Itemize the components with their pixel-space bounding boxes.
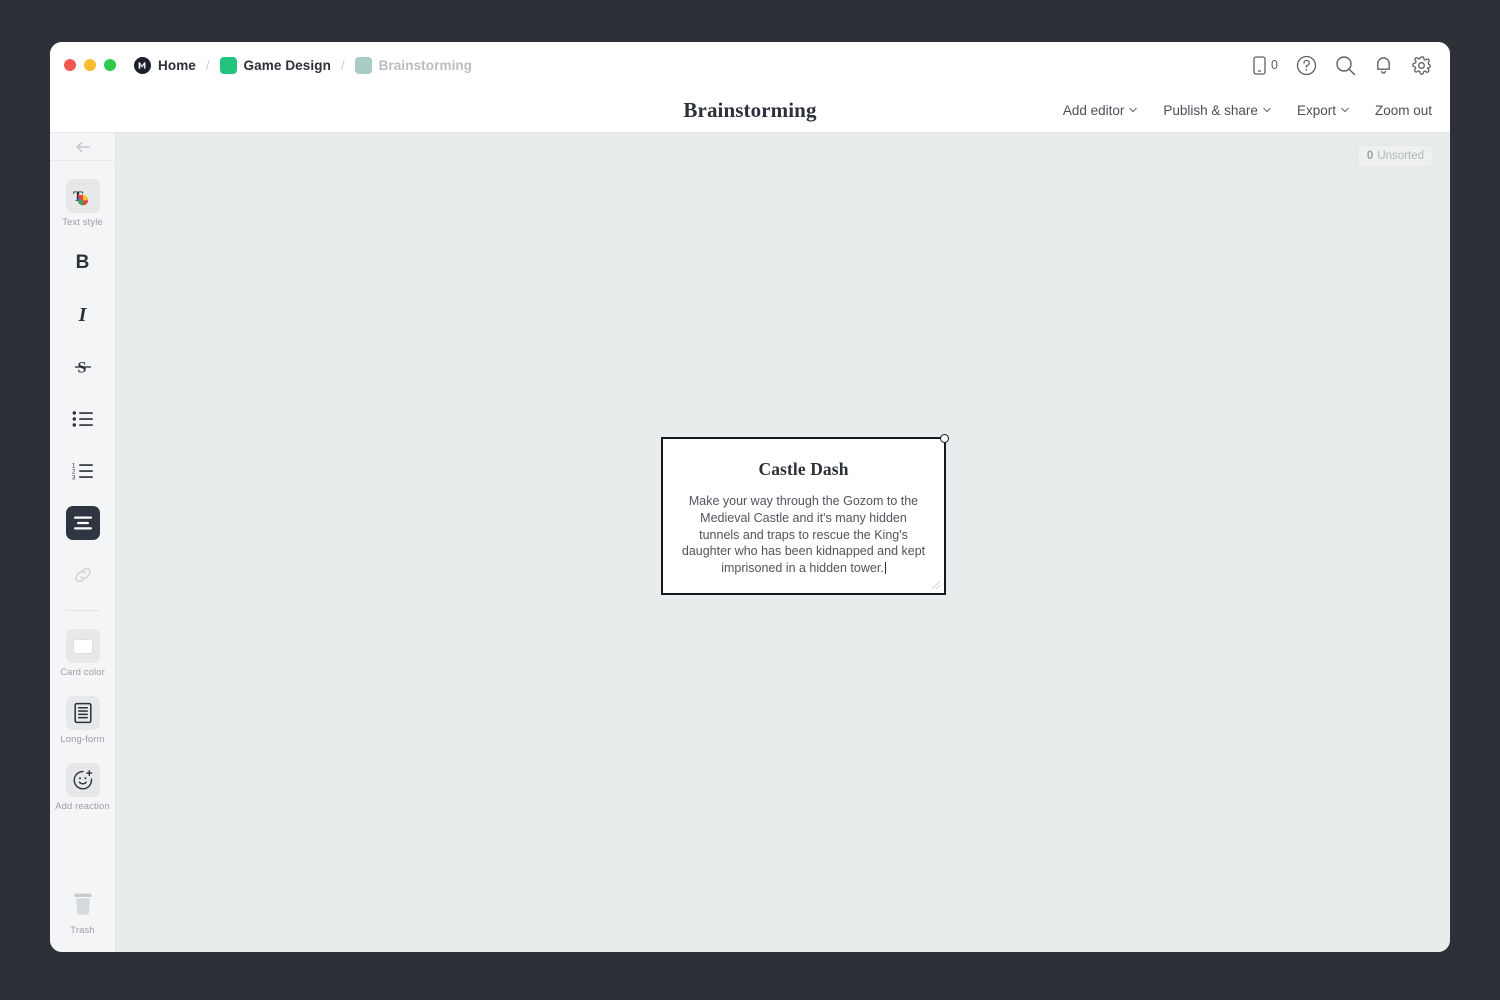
chevron-down-icon bbox=[1263, 106, 1271, 114]
zoom-out-button[interactable]: Zoom out bbox=[1375, 103, 1432, 118]
text-cursor bbox=[885, 562, 886, 574]
svg-text:3: 3 bbox=[72, 476, 76, 480]
breadcrumb-label-game-design: Game Design bbox=[244, 58, 331, 73]
toolbar-item-long-form[interactable]: Long-form bbox=[50, 696, 115, 745]
text-style-icon: T bbox=[66, 179, 100, 213]
toolbar-item-bold[interactable]: B bbox=[50, 246, 115, 280]
toolbar-item-link[interactable] bbox=[50, 558, 115, 592]
card-resize-grip-icon[interactable] bbox=[930, 579, 941, 590]
mobile-device-count: 0 bbox=[1271, 58, 1278, 72]
note-card[interactable]: Castle Dash Make your way through the Go… bbox=[661, 437, 946, 595]
minimize-window-button[interactable] bbox=[84, 59, 96, 71]
maximize-window-button[interactable] bbox=[104, 59, 116, 71]
close-window-button[interactable] bbox=[64, 59, 76, 71]
svg-text:1: 1 bbox=[72, 463, 76, 469]
bold-letter: B bbox=[76, 252, 90, 274]
add-editor-menu[interactable]: Add editor bbox=[1063, 103, 1138, 118]
toolbar-item-bullet-list[interactable] bbox=[50, 402, 115, 436]
help-icon[interactable] bbox=[1296, 55, 1317, 76]
board-header: Brainstorming Add editor Publish & share… bbox=[50, 88, 1450, 132]
board-swatch-icon bbox=[220, 57, 237, 74]
window-titlebar: Home / Game Design / Brainstorming 0 bbox=[50, 42, 1450, 88]
trash-icon bbox=[66, 887, 100, 921]
board-canvas[interactable]: 0 Unsorted Castle Dash Make your way thr… bbox=[116, 132, 1450, 952]
breadcrumb-separator: / bbox=[204, 58, 212, 73]
unsorted-badge[interactable]: 0 Unsorted bbox=[1357, 145, 1434, 167]
board-header-menu: Add editor Publish & share Export Zoom o… bbox=[1063, 103, 1432, 118]
zoom-out-label: Zoom out bbox=[1375, 103, 1432, 118]
notifications-bell-icon[interactable] bbox=[1374, 55, 1393, 75]
svg-text:S: S bbox=[77, 360, 86, 377]
card-resize-handle-top-right[interactable] bbox=[940, 434, 949, 443]
mobile-icon[interactable]: 0 bbox=[1253, 56, 1278, 75]
breadcrumb-item-game-design[interactable]: Game Design bbox=[220, 57, 331, 74]
export-label: Export bbox=[1297, 103, 1336, 118]
search-icon[interactable] bbox=[1335, 55, 1356, 76]
toolbar-item-numbered-list[interactable]: 1 2 3 bbox=[50, 454, 115, 488]
unsorted-label: Unsorted bbox=[1377, 150, 1424, 162]
toolbar-item-strikethrough[interactable]: S bbox=[50, 350, 115, 384]
smiley-plus-icon bbox=[66, 763, 100, 797]
numbered-list-icon: 1 2 3 bbox=[66, 454, 100, 488]
board-swatch-icon bbox=[355, 57, 372, 74]
formatting-toolbar: T Text style B bbox=[50, 132, 116, 952]
unsorted-count: 0 bbox=[1367, 150, 1373, 162]
chevron-down-icon bbox=[1341, 106, 1349, 114]
toolbar-divider bbox=[66, 610, 100, 611]
breadcrumb-item-brainstorming[interactable]: Brainstorming bbox=[355, 57, 473, 74]
chevron-down-icon bbox=[1129, 106, 1137, 114]
link-icon bbox=[66, 558, 100, 592]
titlebar-actions: 0 bbox=[1253, 55, 1432, 76]
toolbar-item-add-reaction[interactable]: Add reaction bbox=[50, 763, 115, 812]
app-window: Home / Game Design / Brainstorming 0 bbox=[50, 42, 1450, 952]
toolbar-item-italic[interactable]: I bbox=[50, 298, 115, 332]
breadcrumb-separator: / bbox=[339, 58, 347, 73]
window-controls bbox=[64, 59, 116, 71]
toolbar-label-text-style: Text style bbox=[62, 217, 103, 228]
back-arrow-icon[interactable] bbox=[50, 133, 115, 161]
publish-share-label: Publish & share bbox=[1163, 103, 1258, 118]
toolbar-item-text-style[interactable]: T Text style bbox=[50, 179, 115, 228]
document-icon bbox=[66, 696, 100, 730]
breadcrumb-label-brainstorming: Brainstorming bbox=[379, 58, 473, 73]
toolbar-label-add-reaction: Add reaction bbox=[55, 801, 110, 812]
toolbar-item-trash[interactable]: Trash bbox=[50, 887, 115, 936]
toolbar-item-card-color[interactable]: Card color bbox=[50, 629, 115, 678]
bold-icon: B bbox=[66, 246, 100, 280]
strikethrough-icon: S bbox=[66, 350, 100, 384]
export-menu[interactable]: Export bbox=[1297, 103, 1349, 118]
workspace: T Text style B bbox=[50, 132, 1450, 952]
bullet-list-icon bbox=[66, 402, 100, 436]
text-align-icon bbox=[66, 506, 100, 540]
milanote-logo-icon bbox=[134, 57, 151, 74]
toolbar-label-long-form: Long-form bbox=[60, 734, 104, 745]
italic-icon: I bbox=[66, 298, 100, 332]
settings-gear-icon[interactable] bbox=[1411, 55, 1432, 76]
add-editor-label: Add editor bbox=[1063, 103, 1125, 118]
color-swatch-icon bbox=[66, 629, 100, 663]
breadcrumb-item-home[interactable]: Home bbox=[134, 57, 196, 74]
toolbar-item-text-align[interactable] bbox=[50, 506, 115, 540]
card-title[interactable]: Castle Dash bbox=[758, 459, 848, 480]
publish-share-menu[interactable]: Publish & share bbox=[1163, 103, 1271, 118]
card-body-value: Make your way through the Gozom to the M… bbox=[682, 494, 925, 575]
breadcrumb: Home / Game Design / Brainstorming bbox=[134, 57, 472, 74]
italic-letter: I bbox=[79, 304, 87, 327]
toolbar-label-card-color: Card color bbox=[60, 667, 105, 678]
toolbar-label-trash: Trash bbox=[70, 925, 94, 936]
card-body-text[interactable]: Make your way through the Gozom to the M… bbox=[679, 493, 928, 577]
breadcrumb-label-home: Home bbox=[158, 58, 196, 73]
